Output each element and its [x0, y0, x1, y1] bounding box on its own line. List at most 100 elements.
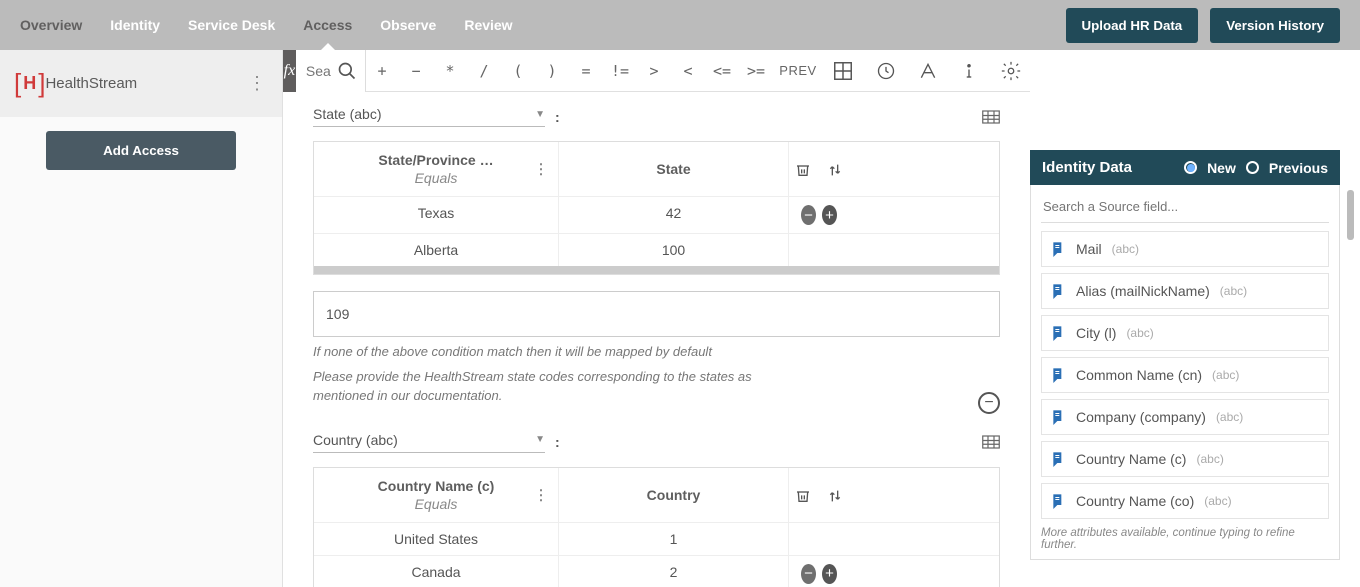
- mapping-block-state: State (abc) ▼ : State/Province …: [313, 106, 1000, 406]
- remove-block-icon[interactable]: −: [978, 392, 1000, 414]
- source-field-item[interactable]: Common Name (cn) (abc): [1041, 357, 1329, 393]
- chevron-down-icon: ▼: [535, 434, 545, 445]
- doc-hint-text: Please provide the HealthStream state co…: [313, 368, 783, 406]
- clock-tool-icon[interactable]: [876, 61, 896, 81]
- upload-hr-data-button[interactable]: Upload HR Data: [1066, 8, 1199, 43]
- source-field-item[interactable]: Alias (mailNickName) (abc): [1041, 273, 1329, 309]
- source-field-search-input[interactable]: [1041, 193, 1329, 223]
- text-tool-icon[interactable]: [918, 61, 938, 81]
- default-value-input[interactable]: 109: [313, 291, 1000, 337]
- op-mult[interactable]: *: [434, 62, 466, 80]
- source-field-item[interactable]: Company (company) (abc): [1041, 399, 1329, 435]
- radio-previous-label[interactable]: Previous: [1269, 160, 1328, 176]
- tab-review[interactable]: Review: [464, 17, 512, 33]
- app-menu-kebab-icon[interactable]: ⋮: [248, 73, 266, 94]
- table-row[interactable]: United States 1: [314, 522, 999, 555]
- version-history-button[interactable]: Version History: [1210, 8, 1340, 43]
- remove-row-icon[interactable]: −: [801, 564, 816, 584]
- colon-separator: :: [555, 109, 560, 125]
- sort-column-icon[interactable]: [827, 487, 843, 505]
- mapping-table-state: State/Province … Equals ⋮ State: [313, 141, 1000, 275]
- top-bar: Overview Identity Service Desk Access Ob…: [0, 0, 1360, 50]
- op-lt[interactable]: <: [672, 62, 704, 80]
- radio-previous[interactable]: [1246, 161, 1259, 174]
- info-tool-icon[interactable]: [960, 61, 978, 81]
- sort-column-icon[interactable]: [827, 161, 843, 179]
- field-type: (abc): [1112, 242, 1139, 256]
- source-field-item[interactable]: Country Name (c) (abc): [1041, 441, 1329, 477]
- op-gt[interactable]: >: [638, 62, 670, 80]
- tab-access[interactable]: Access: [303, 17, 352, 33]
- op-plus[interactable]: +: [366, 62, 398, 80]
- radio-new-label[interactable]: New: [1207, 160, 1236, 176]
- add-row-icon[interactable]: +: [822, 205, 837, 225]
- mapping-editor: fx + − * / ( ) = != > <: [283, 50, 1030, 587]
- table-view-icon[interactable]: [982, 110, 1000, 124]
- field-type: (abc): [1126, 326, 1153, 340]
- table-row[interactable]: Canada 2 − +: [314, 555, 999, 587]
- chevron-down-icon: ▼: [535, 109, 545, 120]
- field-type: (abc): [1196, 452, 1223, 466]
- field-type: (abc): [1204, 494, 1231, 508]
- main-tabs: Overview Identity Service Desk Access Ob…: [20, 17, 513, 33]
- delete-column-icon[interactable]: [795, 161, 811, 179]
- table-view-icon[interactable]: [982, 435, 1000, 449]
- op-rparen[interactable]: ): [536, 62, 568, 80]
- horizontal-scrollbar[interactable]: [314, 266, 999, 274]
- identity-data-panel: Identity Data New Previous Mail (abc)Ali…: [1030, 150, 1340, 587]
- mapping-block-country: Country (abc) ▼ : Country Name (c): [313, 432, 1000, 587]
- target-attribute-select-state[interactable]: State (abc) ▼: [313, 106, 545, 127]
- op-lte[interactable]: <=: [706, 62, 738, 80]
- table-tool-icon[interactable]: [832, 60, 854, 82]
- field-icon: [1050, 450, 1066, 468]
- column-menu-icon[interactable]: ⋮: [534, 486, 548, 503]
- op-prev[interactable]: PREV: [774, 63, 822, 78]
- source-field-item[interactable]: City (l) (abc): [1041, 315, 1329, 351]
- field-icon: [1050, 408, 1066, 426]
- radio-new[interactable]: [1184, 161, 1197, 174]
- colon-separator: :: [555, 434, 560, 450]
- delete-column-icon[interactable]: [795, 487, 811, 505]
- column-menu-icon[interactable]: ⋮: [534, 161, 548, 178]
- source-field-item[interactable]: Country Name (co) (abc): [1041, 483, 1329, 519]
- add-access-button[interactable]: Add Access: [46, 131, 236, 170]
- field-label: Country Name (co): [1076, 493, 1194, 509]
- field-icon: [1050, 240, 1066, 258]
- table-row[interactable]: Alberta 100: [314, 233, 999, 266]
- remove-row-icon[interactable]: −: [801, 205, 816, 225]
- search-icon[interactable]: [337, 61, 357, 81]
- field-type: (abc): [1220, 284, 1247, 298]
- function-bar: fx + − * / ( ) = != > <: [283, 50, 1030, 92]
- source-field-item[interactable]: Mail (abc): [1041, 231, 1329, 267]
- field-label: Country Name (c): [1076, 451, 1186, 467]
- op-minus[interactable]: −: [400, 62, 432, 80]
- op-lparen[interactable]: (: [502, 62, 534, 80]
- function-search[interactable]: [296, 50, 366, 92]
- field-icon: [1050, 366, 1066, 384]
- col-header-value: State: [559, 142, 789, 196]
- field-icon: [1050, 324, 1066, 342]
- tab-observe[interactable]: Observe: [380, 17, 436, 33]
- field-label: Mail: [1076, 241, 1102, 257]
- field-type: (abc): [1212, 368, 1239, 382]
- table-row[interactable]: Texas 42 − +: [314, 196, 999, 233]
- operator-bar: + − * / ( ) = != > < <= >= PREV: [366, 62, 822, 80]
- add-row-icon[interactable]: +: [822, 564, 837, 584]
- settings-tool-icon[interactable]: [1000, 60, 1022, 82]
- field-icon: [1050, 282, 1066, 300]
- sidebar: [ H ] HealthStream ⋮ Add Access: [0, 50, 283, 587]
- tab-identity[interactable]: Identity: [110, 17, 160, 33]
- op-eq[interactable]: =: [570, 62, 602, 80]
- target-attribute-select-country[interactable]: Country (abc) ▼: [313, 432, 545, 453]
- tab-overview[interactable]: Overview: [20, 17, 82, 33]
- default-hint-text: If none of the above condition match the…: [313, 343, 1000, 362]
- op-gte[interactable]: >=: [740, 62, 772, 80]
- tab-service-desk[interactable]: Service Desk: [188, 17, 275, 33]
- op-neq[interactable]: !=: [604, 62, 636, 80]
- field-label: Alias (mailNickName): [1076, 283, 1210, 299]
- app-card[interactable]: [ H ] HealthStream ⋮: [0, 50, 282, 117]
- field-label: City (l): [1076, 325, 1116, 341]
- op-div[interactable]: /: [468, 62, 500, 80]
- vertical-scrollbar[interactable]: [1347, 190, 1354, 240]
- field-type: (abc): [1216, 410, 1243, 424]
